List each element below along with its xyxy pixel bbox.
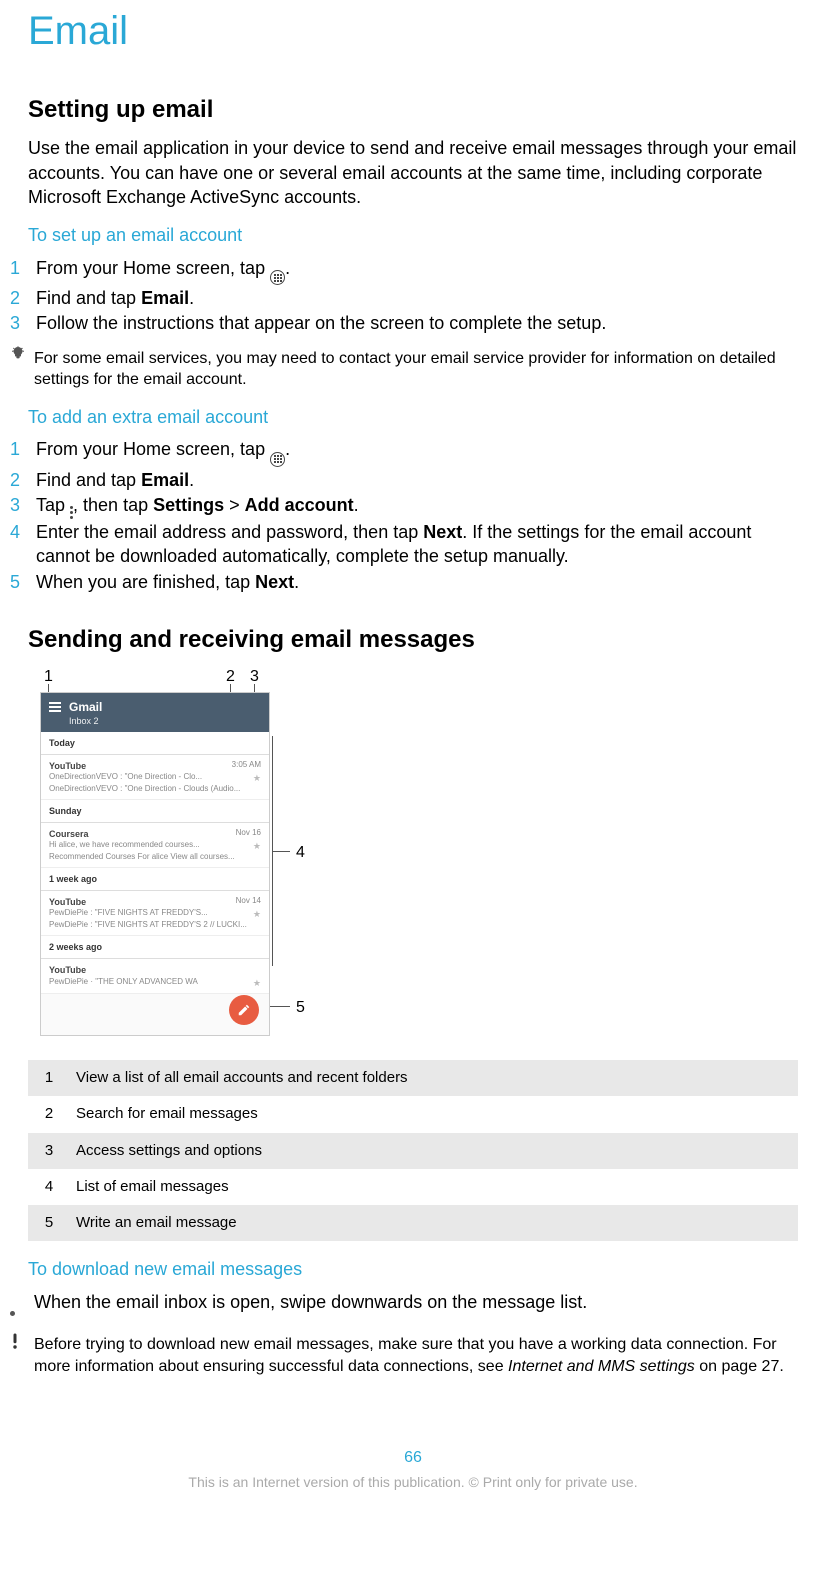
tip-note: For some email services, you may need to… [10, 346, 798, 391]
legend-row: 3Access settings and options [28, 1133, 798, 1169]
step-number: 1 [10, 256, 20, 280]
step-text: . [354, 495, 359, 515]
mock-message: CourseraNov 16Hi alice, we have recommen… [41, 823, 269, 868]
legend-row: 2Search for email messages [28, 1096, 798, 1132]
legend-value: List of email messages [70, 1169, 798, 1205]
step-number: 3 [10, 493, 20, 517]
bold-text: Add account [245, 495, 354, 515]
step-number: 3 [10, 311, 20, 335]
legend-value: Write an email message [70, 1205, 798, 1241]
callout-legend-table: 1View a list of all email accounts and r… [28, 1060, 798, 1241]
mock-group-header: 1 week ago [41, 868, 269, 891]
bold-text: Settings [153, 495, 224, 515]
legend-key: 2 [28, 1096, 70, 1132]
mock-title: Gmail [69, 699, 253, 715]
legend-value: Search for email messages [70, 1096, 798, 1132]
step-number: 2 [10, 286, 20, 310]
mock-group-header: Today [41, 732, 269, 755]
mock-group-header: Sunday [41, 800, 269, 823]
step-text: . [189, 288, 194, 308]
step-number: 2 [10, 468, 20, 492]
legend-row: 5Write an email message [28, 1205, 798, 1241]
step-text: When you are finished, tap [36, 572, 255, 592]
step-text: Tap [36, 495, 70, 515]
step-text: , then tap [73, 495, 153, 515]
steps-add-account: 1From your Home screen, tap . 2Find and … [28, 437, 798, 594]
callout-number: 4 [296, 842, 305, 864]
step: 2 Find and tap Email. [10, 468, 798, 492]
bold-text: Next [255, 572, 294, 592]
bullet-icon [10, 1290, 34, 1322]
subheading-download-messages: To download new email messages [28, 1257, 798, 1281]
step: 5 When you are finished, tap Next. [10, 570, 798, 594]
step-text: Find and tap [36, 288, 141, 308]
apps-grid-icon [270, 452, 285, 467]
email-app-mock: Gmail Inbox 2 TodayYouTube3:05 AMOneDire… [40, 692, 270, 1036]
step-text: . [294, 572, 299, 592]
legend-value: Access settings and options [70, 1133, 798, 1169]
legend-key: 1 [28, 1060, 70, 1096]
warning-text: Before trying to download new email mess… [34, 1332, 798, 1377]
step: 3 Tap , then tap Settings > Add account. [10, 493, 798, 519]
phone-screenshot-diagram: 1 2 3 4 5 Gmail Inbox 2 TodayYouTube3:05 [28, 666, 798, 1046]
step: 1 From your Home screen, tap . [10, 256, 798, 286]
compose-fab-icon [229, 995, 259, 1025]
bold-text: Email [141, 288, 189, 308]
exclamation-icon [10, 1332, 34, 1377]
setup-section: Setting up email Use the email applicati… [28, 94, 798, 594]
subheading-setup-account: To set up an email account [28, 223, 798, 247]
legend-row: 1View a list of all email accounts and r… [28, 1060, 798, 1096]
legend-key: 3 [28, 1133, 70, 1169]
callout-line [272, 851, 290, 852]
intro-paragraph: Use the email application in your device… [28, 136, 798, 209]
copyright-text: This is an Internet version of this publ… [28, 1473, 798, 1492]
step-text: From your Home screen, tap [36, 258, 270, 278]
step-text: . [189, 470, 194, 490]
step-text: . [285, 439, 290, 459]
step: 2 Find and tap Email. [10, 286, 798, 310]
step-text: Follow the instructions that appear on t… [36, 313, 606, 333]
section-heading-sendreceive: Sending and receiving email messages [28, 624, 798, 656]
subheading-add-account: To add an extra email account [28, 405, 798, 429]
mock-header: Gmail Inbox 2 [41, 693, 269, 731]
mock-message: YouTubeNov 14PewDiePie : "FIVE NIGHTS AT… [41, 891, 269, 936]
bold-text: Next [423, 522, 462, 542]
step-text: Enter the email address and password, th… [36, 522, 423, 542]
mock-message-list: TodayYouTube3:05 AMOneDirectionVEVO : "O… [41, 732, 269, 994]
mock-message: YouTubePewDiePie · "THE ONLY ADVANCED WA… [41, 959, 269, 993]
step-number: 5 [10, 570, 20, 594]
legend-key: 5 [28, 1205, 70, 1241]
bullet-item: When the email inbox is open, swipe down… [10, 1290, 798, 1322]
italic-reference: Internet and MMS settings [508, 1358, 695, 1375]
legend-row: 4List of email messages [28, 1169, 798, 1205]
step-text: Find and tap [36, 470, 141, 490]
legend-key: 4 [28, 1169, 70, 1205]
tip-text: For some email services, you may need to… [34, 346, 798, 391]
warning-note: Before trying to download new email mess… [10, 1332, 798, 1377]
step-text: . [285, 258, 290, 278]
steps-setup-account: 1From your Home screen, tap . 2Find and … [28, 256, 798, 336]
mock-group-header: 2 weeks ago [41, 936, 269, 959]
callout-number: 5 [296, 997, 305, 1019]
document-title: Email [28, 4, 798, 58]
step: 1 From your Home screen, tap . [10, 437, 798, 467]
step-number: 1 [10, 437, 20, 461]
lightbulb-icon [10, 346, 34, 391]
legend-value: View a list of all email accounts and re… [70, 1060, 798, 1096]
step-text: > [224, 495, 245, 515]
bullet-text: When the email inbox is open, swipe down… [34, 1290, 587, 1322]
apps-grid-icon [270, 270, 285, 285]
step-number: 4 [10, 520, 20, 544]
step-text: From your Home screen, tap [36, 439, 270, 459]
page-number: 66 [28, 1447, 798, 1469]
bold-text: Email [141, 470, 189, 490]
mock-message: YouTube3:05 AMOneDirectionVEVO : "One Di… [41, 755, 269, 800]
step: 3 Follow the instructions that appear on … [10, 311, 798, 335]
step: 4 Enter the email address and password, t… [10, 520, 798, 569]
sending-receiving-section: Sending and receiving email messages 1 2… [28, 624, 798, 1377]
mock-subtitle: Inbox 2 [69, 715, 253, 727]
hamburger-icon [49, 702, 61, 712]
section-heading-setup: Setting up email [28, 94, 798, 126]
